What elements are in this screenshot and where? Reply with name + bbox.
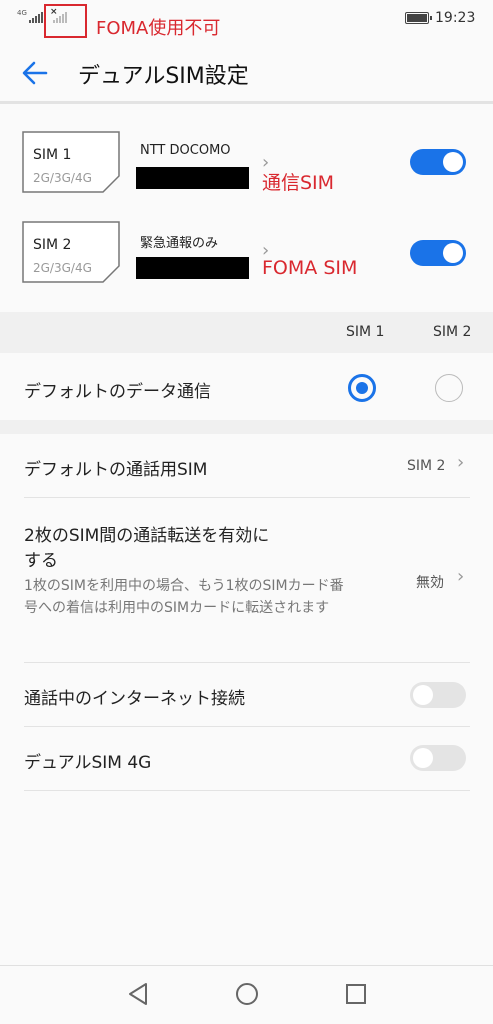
dual-sim-4g-toggle[interactable] — [410, 745, 466, 771]
annotation-highlight-box — [44, 4, 87, 38]
default-call-value: SIM 2 — [407, 458, 446, 474]
column-header-band — [0, 312, 493, 353]
default-data-sim2-radio[interactable] — [435, 374, 463, 402]
back-triangle-icon[interactable] — [126, 980, 150, 1012]
annotation-foma-unusable: FOMA使用不可 — [96, 18, 221, 39]
sim-card-icon: SIM 1 2G/3G/4G — [22, 131, 120, 193]
divider — [24, 497, 470, 498]
sim1-carrier: NTT DOCOMO — [140, 143, 231, 158]
nav-bar-divider — [0, 965, 493, 966]
sim1-card-types: 2G/3G/4G — [33, 171, 92, 185]
back-arrow-icon[interactable] — [20, 58, 50, 88]
divider — [24, 662, 470, 663]
divider — [24, 726, 470, 727]
sim1-toggle[interactable] — [410, 149, 466, 175]
sim2-carrier: 緊急通報のみ — [140, 236, 219, 251]
divider — [24, 790, 470, 791]
call-forward-label-line1: 2枚のSIM間の通話転送を有効に — [24, 526, 270, 546]
default-data-sim1-radio[interactable] — [348, 374, 376, 402]
annotation-data-sim: 通信SIM — [262, 172, 335, 194]
recents-square-icon[interactable] — [343, 980, 369, 1012]
sim-card-icon: SIM 2 2G/3G/4G — [22, 221, 120, 283]
section-gap — [0, 420, 493, 434]
call-forward-value: 無効 — [416, 575, 444, 591]
chevron-right-icon: › — [457, 452, 465, 473]
column-header-sim1: SIM 1 — [346, 324, 385, 340]
signal-strength-icon — [29, 12, 43, 23]
home-circle-icon[interactable] — [233, 980, 261, 1012]
redacted-number — [136, 257, 249, 279]
sim2-card-types: 2G/3G/4G — [33, 261, 92, 275]
column-header-sim2: SIM 2 — [433, 324, 472, 340]
network-type-label: 4G — [17, 9, 27, 17]
sim2-toggle[interactable] — [410, 240, 466, 266]
call-forward-label-line2: する — [24, 551, 58, 571]
annotation-foma-sim: FOMA SIM — [262, 257, 358, 279]
sim1-card-label: SIM 1 — [33, 147, 72, 163]
chevron-right-icon: › — [457, 566, 465, 587]
dual-sim-4g-label: デュアルSIM 4G — [24, 753, 152, 773]
default-call-label: デフォルトの通話用SIM — [24, 460, 208, 480]
redacted-number — [136, 167, 249, 189]
status-time: 19:23 — [435, 10, 476, 26]
battery-icon — [405, 12, 432, 24]
sim2-card-label: SIM 2 — [33, 237, 72, 253]
page-title: デュアルSIM設定 — [78, 64, 249, 89]
default-data-label: デフォルトのデータ通信 — [24, 382, 211, 402]
app-bar-divider — [0, 101, 493, 104]
internet-during-call-label: 通話中のインターネット接続 — [24, 689, 245, 709]
call-forward-description: 1枚のSIMを利用中の場合、もう1枚のSIMカード番号への着信は利用中のSIMカ… — [24, 578, 344, 616]
status-bar: 4G × FOMA使用不可 19:23 — [0, 0, 493, 40]
internet-during-call-toggle[interactable] — [410, 682, 466, 708]
